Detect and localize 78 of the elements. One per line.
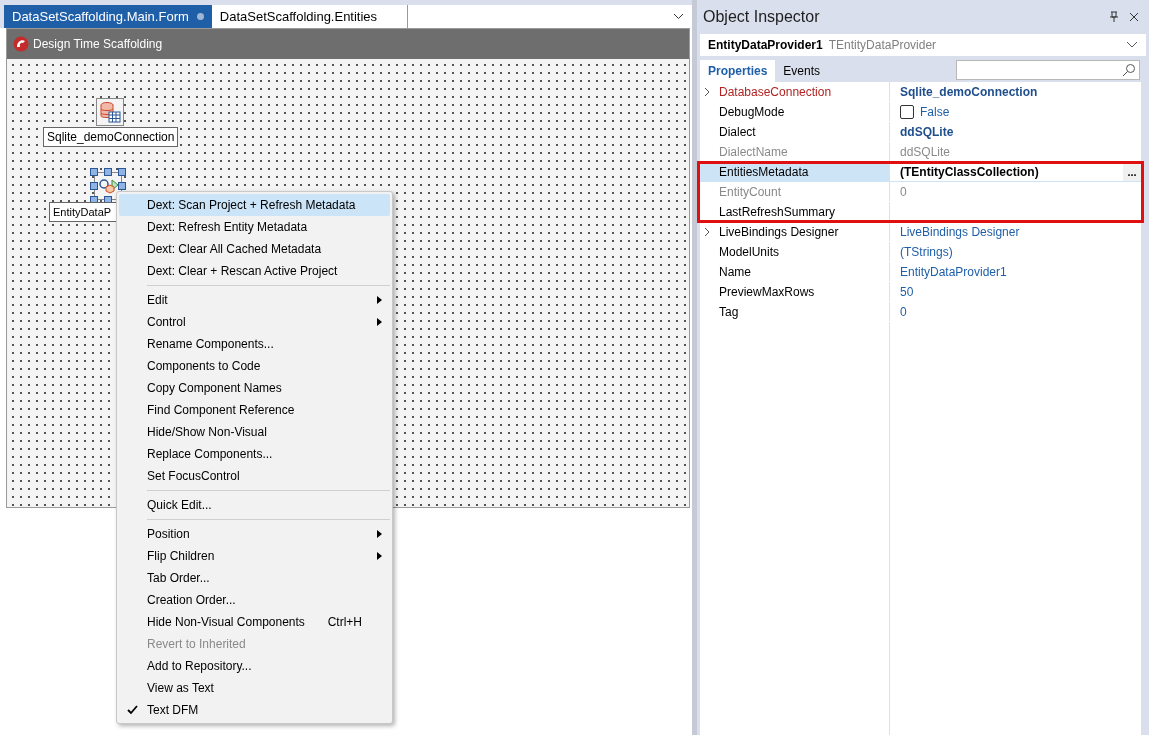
property-row[interactable]: PreviewMaxRows 50	[700, 282, 1141, 302]
property-value: ddSQLite	[900, 143, 952, 161]
property-name: ModelUnits	[719, 243, 780, 261]
property-value: (TEntityClassCollection)	[900, 163, 1040, 181]
menu-item[interactable]: Replace Components...	[119, 443, 390, 465]
menu-item[interactable]: Tab Order...	[119, 567, 390, 589]
property-name: DebugMode	[719, 103, 785, 121]
checkbox[interactable]	[900, 104, 914, 119]
menu-item[interactable]: Components to Code	[119, 355, 390, 377]
property-name: DialectName	[719, 143, 788, 161]
property-row[interactable]: EntityCount 0	[700, 182, 1141, 202]
chevron-down-icon	[1126, 41, 1138, 49]
menu-item[interactable]: Copy Component Names	[119, 377, 390, 399]
property-name: EntityCount	[719, 183, 782, 201]
menu-item[interactable]: Rename Components...	[119, 333, 390, 355]
property-row[interactable]: Dialect ddSQLite	[700, 122, 1141, 142]
property-row[interactable]: DatabaseConnection Sqlite_demoConnection	[700, 82, 1141, 102]
menu-item[interactable]: Dext: Clear All Cached Metadata	[119, 238, 390, 260]
menu-item[interactable]: Control	[119, 311, 390, 333]
menu-item[interactable]: Edit	[119, 289, 390, 311]
property-name: EntitiesMetadata	[719, 163, 809, 181]
property-row[interactable]: Name EntityDataProvider1	[700, 262, 1141, 282]
property-row[interactable]: LastRefreshSummary	[700, 202, 1141, 222]
menu-item[interactable]: Hide/Show Non-Visual	[119, 421, 390, 443]
expand-chevron-icon[interactable]	[704, 86, 710, 97]
search-field[interactable]	[956, 60, 1140, 80]
property-value: ddSQLite	[900, 123, 955, 141]
menu-item[interactable]: Add to Repository...	[119, 655, 390, 677]
menu-item[interactable]: Flip Children	[119, 545, 390, 567]
property-name: LiveBindings Designer	[719, 223, 839, 241]
menu-item[interactable]: Hide Non-Visual Components Ctrl+H	[119, 611, 390, 633]
panel-title: Object Inspector	[703, 7, 821, 27]
editor-tab[interactable]: DataSetScaffolding.Main.Form	[4, 5, 212, 28]
close-icon[interactable]	[1129, 12, 1139, 22]
component-label: Sqlite_demoConnection	[43, 127, 179, 147]
property-row[interactable]: Tag 0	[700, 302, 1141, 322]
inspector-tab[interactable]: Properties	[700, 60, 776, 82]
property-value: EntityDataProvider1	[900, 263, 1008, 281]
menu-item[interactable]: Text DFM	[119, 699, 390, 721]
property-name: Name	[719, 263, 751, 281]
pin-icon[interactable]	[1109, 11, 1119, 23]
menu-item[interactable]: Dext: Scan Project + Refresh Metadata	[119, 194, 390, 216]
property-value: LiveBindings Designer	[900, 223, 1021, 241]
menu-item[interactable]: Set FocusControl	[119, 465, 390, 487]
property-row[interactable]: DialectName ddSQLite	[700, 142, 1141, 162]
property-value: Sqlite_demoConnection	[900, 83, 1039, 101]
object-selector[interactable]: EntityDataProvider1 TEntityDataProvider	[700, 34, 1146, 56]
property-name: PreviewMaxRows	[719, 283, 815, 301]
property-row[interactable]: ModelUnits (TStrings)	[700, 242, 1141, 262]
property-value: 0	[900, 303, 908, 321]
database-component-icon[interactable]	[96, 98, 124, 126]
property-value: False	[920, 103, 951, 121]
menu-item[interactable]: Find Component Reference	[119, 399, 390, 421]
app-logo-icon	[13, 36, 29, 52]
property-value: 0	[900, 183, 908, 201]
property-row[interactable]: LiveBindings Designer LiveBindings Designer	[700, 222, 1141, 242]
menu-item[interactable]: Dext: Clear + Rescan Active Project	[119, 260, 390, 282]
editor-tab[interactable]: DataSetScaffolding.Entities	[211, 5, 409, 28]
menu-item[interactable]: View as Text	[119, 677, 390, 699]
property-row[interactable]: DebugMode False	[700, 102, 1141, 122]
chevron-down-icon[interactable]	[673, 13, 684, 20]
property-name: Dialect	[719, 123, 756, 141]
property-name: Tag	[719, 303, 739, 321]
inspector-tab[interactable]: Events	[775, 60, 829, 82]
menu-item[interactable]: Position	[119, 523, 390, 545]
object-name: EntityDataProvider1	[708, 37, 823, 54]
property-value: (TStrings)	[900, 243, 954, 261]
menu-item[interactable]: Creation Order...	[119, 589, 390, 611]
property-name: DatabaseConnection	[719, 83, 832, 101]
expand-chevron-icon[interactable]	[704, 226, 710, 237]
form-title: Design Time Scaffolding	[33, 36, 163, 53]
menu-item[interactable]: Quick Edit...	[119, 494, 390, 516]
property-row[interactable]: EntitiesMetadata (TEntityClassCollection) ...	[700, 162, 1141, 182]
object-type: TEntityDataProvider	[828, 37, 937, 54]
property-value: 50	[900, 283, 915, 301]
search-icon	[1122, 63, 1136, 77]
property-name: LastRefreshSummary	[719, 203, 836, 221]
checkmark-icon	[127, 705, 138, 715]
